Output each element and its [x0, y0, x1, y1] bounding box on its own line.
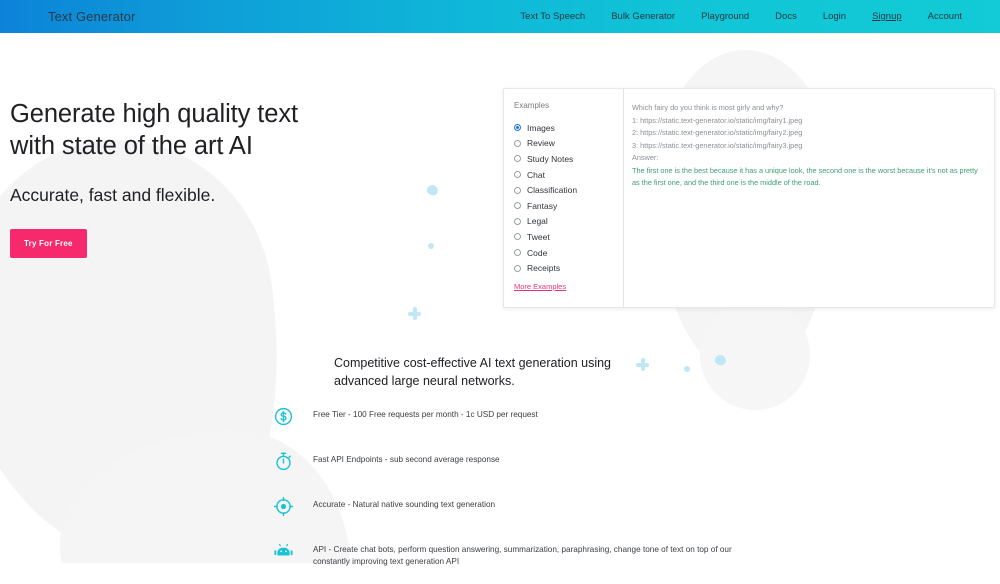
tagline-text: Competitive cost-effective AI text gener…: [334, 356, 612, 389]
example-option-tweet[interactable]: Tweet: [514, 229, 623, 245]
hero-subheadline: Accurate, fast and flexible.: [10, 185, 216, 206]
generated-answer-text: The first one is the best because it has…: [632, 165, 978, 188]
feature-item-api: API - Create chat bots, perform question…: [270, 539, 970, 584]
example-option-label: Legal: [527, 216, 548, 227]
feature-item-fast-api: Fast API Endpoints - sub second average …: [270, 449, 970, 494]
nav-link-account[interactable]: Account: [928, 11, 962, 22]
site-header: Text Generator Text To Speech Bulk Gener…: [0, 0, 1000, 33]
examples-title: Examples: [514, 101, 550, 110]
example-option-label: Study Notes: [527, 153, 574, 164]
example-option-legal[interactable]: Legal: [514, 214, 623, 230]
example-option-chat[interactable]: Chat: [514, 167, 623, 183]
feature-text: Accurate - Natural native sounding text …: [313, 500, 496, 509]
example-option-label: Code: [527, 247, 548, 258]
example-option-code[interactable]: Code: [514, 245, 623, 261]
sparkle-cross-icon: [408, 307, 421, 320]
examples-card: Examples Images Review Study Notes Chat …: [503, 88, 995, 308]
radio-icon[interactable]: [514, 155, 521, 163]
example-option-receipts[interactable]: Receipts: [514, 260, 623, 276]
example-option-label: Review: [527, 138, 555, 149]
sparkle-heart-icon: [425, 183, 440, 197]
feature-text: Fast API Endpoints - sub second average …: [313, 455, 500, 464]
try-for-free-button[interactable]: Try For Free: [10, 229, 87, 258]
example-option-fantasy[interactable]: Fantasy: [514, 198, 623, 214]
nav-link-docs[interactable]: Docs: [775, 11, 797, 22]
feature-item-accurate: Accurate - Natural native sounding text …: [270, 494, 970, 539]
example-option-label: Classification: [527, 185, 578, 196]
feature-text: Free Tier - 100 Free requests per month …: [313, 410, 538, 419]
main-navigation: Text To Speech Bulk Generator Playground…: [520, 11, 962, 22]
nav-link-login[interactable]: Login: [823, 11, 846, 22]
background-blob-right-lower: [700, 300, 810, 410]
example-output-panel: Which fairy do you think is most girly a…: [624, 89, 994, 307]
hero-section: Generate high quality text with state of…: [10, 98, 310, 258]
sparkle-dot-icon: [684, 366, 690, 372]
example-option-label: Fantasy: [527, 200, 558, 211]
target-icon: [270, 496, 296, 517]
android-robot-icon: [270, 541, 296, 562]
example-option-label: Images: [527, 122, 555, 133]
example-option-study-notes[interactable]: Study Notes: [514, 151, 623, 167]
example-option-classification[interactable]: Classification: [514, 182, 623, 198]
tagline-section: Competitive cost-effective AI text gener…: [334, 354, 634, 390]
example-option-label: Receipts: [527, 263, 561, 274]
sparkle-cross-icon: [636, 358, 649, 371]
nav-link-signup[interactable]: Signup: [872, 11, 902, 22]
example-option-label: Tweet: [527, 231, 550, 242]
prompt-line: 2: https://static.text-generator.io/stat…: [632, 128, 803, 138]
example-option-review[interactable]: Review: [514, 136, 623, 152]
sparkle-dot-icon: [428, 243, 434, 249]
prompt-line: 3: https://static.text-generator.io/stat…: [632, 140, 803, 150]
examples-options-panel: Examples Images Review Study Notes Chat …: [504, 89, 624, 307]
dollar-circle-icon: [270, 406, 296, 427]
example-option-images[interactable]: Images: [514, 120, 623, 136]
radio-icon[interactable]: [514, 249, 521, 257]
prompt-line: Answer:: [632, 153, 659, 163]
more-examples-link[interactable]: More Examples: [514, 282, 566, 291]
site-logo[interactable]: Text Generator: [48, 9, 135, 24]
example-option-label: Chat: [527, 169, 545, 180]
radio-icon[interactable]: [514, 139, 521, 147]
nav-link-playground[interactable]: Playground: [701, 11, 749, 22]
sparkle-heart-icon: [713, 353, 728, 367]
radio-icon[interactable]: [514, 202, 521, 210]
nav-link-text-to-speech[interactable]: Text To Speech: [520, 11, 585, 22]
feature-list: Free Tier - 100 Free requests per month …: [270, 404, 970, 584]
radio-icon[interactable]: [514, 264, 521, 272]
hero-headline: Generate high quality text with state of…: [10, 100, 298, 161]
radio-icon[interactable]: [514, 217, 521, 225]
prompt-line: Which fairy do you think is most girly a…: [632, 103, 784, 112]
radio-icon[interactable]: [514, 124, 521, 132]
feature-item-free-tier: Free Tier - 100 Free requests per month …: [270, 404, 970, 449]
feature-text: API - Create chat bots, perform question…: [313, 545, 732, 566]
stopwatch-icon: [270, 451, 296, 472]
radio-icon[interactable]: [514, 233, 521, 241]
prompt-line: 1: https://static.text-generator.io/stat…: [632, 115, 803, 125]
radio-icon[interactable]: [514, 171, 521, 179]
radio-icon[interactable]: [514, 186, 521, 194]
nav-link-bulk-generator[interactable]: Bulk Generator: [611, 11, 675, 22]
